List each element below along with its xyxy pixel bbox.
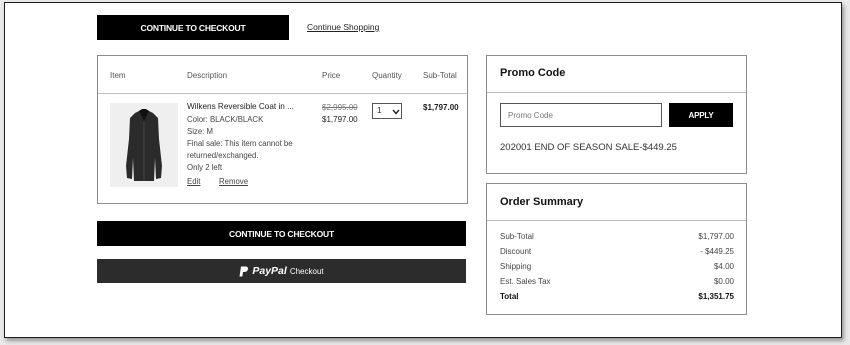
- promo-code-title: Promo Code: [500, 67, 566, 79]
- line-subtotal: $1,797.00: [423, 103, 459, 112]
- final-sale-note-line1: Final sale: This item cannot be: [187, 139, 293, 148]
- promo-code-input[interactable]: [500, 103, 662, 127]
- paypal-brand: PayPal: [252, 265, 287, 277]
- order-summary-panel: Order Summary Sub-Total $1,797.00 Discou…: [486, 183, 747, 315]
- original-price: $2,995.00: [322, 103, 358, 112]
- summary-row-value: $1,797.00: [698, 232, 734, 241]
- summary-row-value: - $449.25: [700, 247, 734, 256]
- promo-divider: [487, 92, 746, 93]
- quantity-value: 1: [377, 106, 382, 115]
- header-price: Price: [322, 71, 341, 80]
- product-color: Color: BLACK/BLACK: [187, 115, 264, 124]
- product-image[interactable]: [110, 103, 178, 187]
- stock-note: Only 2 left: [187, 163, 223, 172]
- applied-promo-text: 202001 END OF SEASON SALE-$449.25: [500, 142, 677, 153]
- header-subtotal: Sub-Total: [423, 71, 457, 80]
- continue-to-checkout-top-button[interactable]: CONTINUE TO CHECKOUT: [97, 15, 289, 40]
- header-quantity: Quantity: [372, 71, 402, 80]
- summary-row-label: Shipping: [500, 262, 532, 271]
- edit-link[interactable]: Edit: [187, 177, 200, 186]
- summary-total-value: $1,351.75: [698, 292, 734, 301]
- remove-link[interactable]: Remove: [219, 177, 248, 186]
- summary-row-label: Est. Sales Tax: [500, 277, 551, 286]
- order-summary-title: Order Summary: [500, 196, 584, 208]
- promo-code-panel: Promo Code APPLY 202001 END OF SEASON SA…: [486, 55, 747, 174]
- summary-row-label: Discount: [500, 247, 532, 256]
- chevron-down-icon: [392, 109, 400, 115]
- product-name[interactable]: Wilkens Reversible Coat in ...: [187, 102, 294, 111]
- product-size: Size: M: [187, 127, 213, 136]
- header-divider: [98, 93, 467, 94]
- summary-row-value: $4.00: [713, 262, 734, 271]
- quantity-select[interactable]: 1: [372, 103, 402, 119]
- sale-price: $1,797.00: [322, 115, 358, 124]
- header-description: Description: [187, 71, 228, 80]
- paypal-checkout-button[interactable]: PayPal Checkout: [97, 259, 466, 283]
- summary-row-value: $0.00: [713, 277, 734, 286]
- continue-shopping-link[interactable]: Continue Shopping: [307, 22, 379, 32]
- summary-divider: [487, 220, 746, 221]
- apply-promo-button[interactable]: APPLY: [669, 103, 733, 127]
- paypal-checkout-label: Checkout: [289, 266, 324, 276]
- summary-row-label: Sub-Total: [500, 232, 534, 241]
- summary-total-label: Total: [500, 292, 519, 301]
- paypal-logo-icon: [239, 266, 249, 276]
- final-sale-note-line2: returned/exchanged.: [187, 151, 259, 160]
- header-item: Item: [110, 71, 126, 80]
- continue-to-checkout-button[interactable]: CONTINUE TO CHECKOUT: [97, 221, 466, 246]
- cart-table: Item Description Price Quantity Sub-Tota…: [97, 55, 468, 204]
- cart-page: CONTINUE TO CHECKOUT Continue Shopping I…: [4, 2, 842, 338]
